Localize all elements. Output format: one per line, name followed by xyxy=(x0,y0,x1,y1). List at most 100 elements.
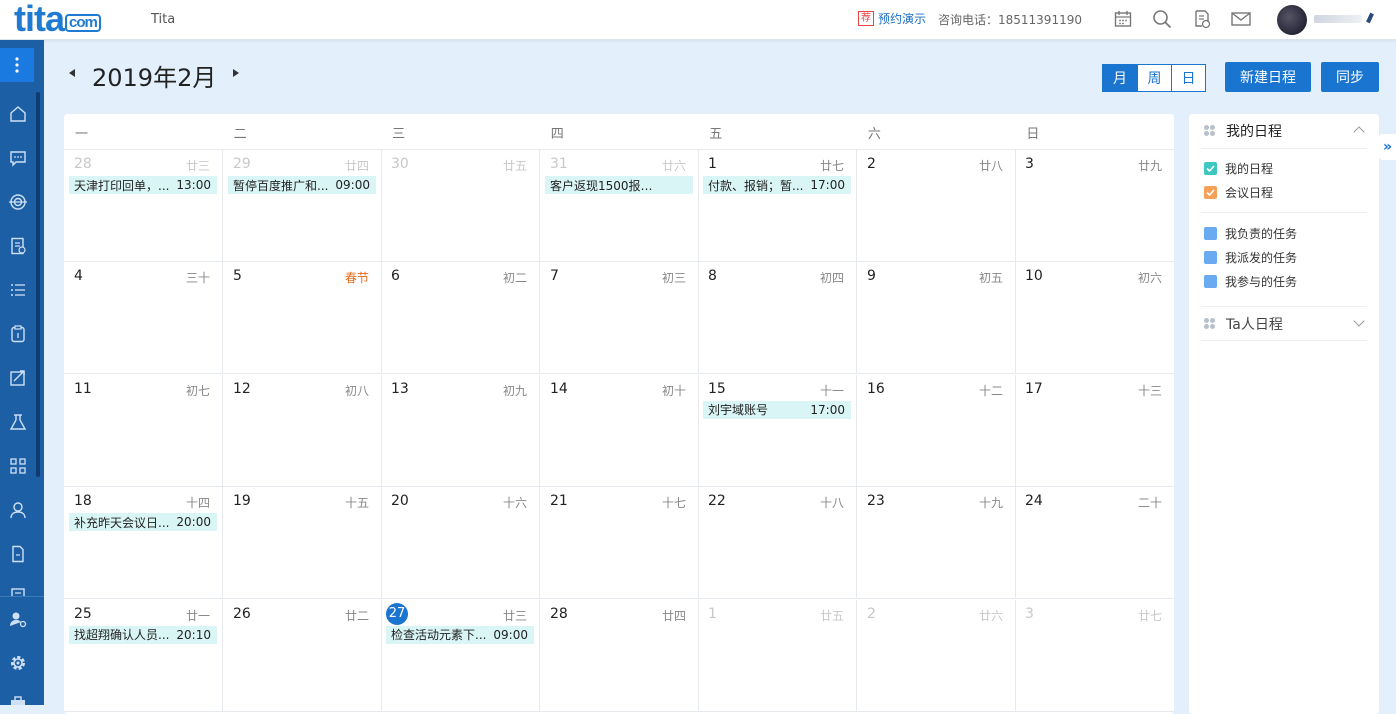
event-chip[interactable]: 检查活动元素下... 09:00 xyxy=(386,625,534,644)
prev-month-icon[interactable] xyxy=(69,69,75,77)
checkbox-icon[interactable] xyxy=(1204,275,1217,288)
briefcase-icon[interactable] xyxy=(7,696,29,705)
filter-item[interactable]: 我的日程 xyxy=(1204,160,1273,177)
event-chip[interactable]: 天津打印回单，... 13:00 xyxy=(69,176,217,194)
checkbox-checked-icon[interactable] xyxy=(1204,162,1217,175)
apps-icon[interactable] xyxy=(7,455,29,477)
chevron-up-icon[interactable] xyxy=(1353,126,1365,138)
target-icon[interactable] xyxy=(7,191,29,213)
view-month-button[interactable]: 月 xyxy=(1103,65,1137,91)
day-cell[interactable]: 1 廿五 xyxy=(698,599,857,712)
event-chip[interactable]: 客户返现1500报销+微... xyxy=(545,176,693,194)
calendar-icon[interactable] xyxy=(1112,8,1134,30)
day-cell[interactable]: 29 廿四 暂停百度推广和... 09:00 xyxy=(223,150,382,262)
day-cell[interactable]: 19 十五 xyxy=(223,487,382,600)
lunar-date: 廿五 xyxy=(502,159,527,173)
day-cell[interactable]: 7 初三 xyxy=(540,262,699,375)
event-chip[interactable]: 补充昨天会议日... 20:00 xyxy=(69,513,217,532)
day-cell[interactable]: 8 初四 xyxy=(698,262,857,375)
day-cell[interactable]: 22 十八 xyxy=(698,487,857,600)
demo-label[interactable]: 预约演示 xyxy=(878,10,926,27)
day-cell[interactable]: 14 初十 xyxy=(540,374,699,487)
day-cell[interactable]: 12 初八 xyxy=(223,374,382,487)
day-cell[interactable]: 27 廿三 检查活动元素下... 09:00 xyxy=(381,599,540,712)
day-cell[interactable]: 31 廿六客户返现1500报销+微... xyxy=(540,150,699,262)
form-icon[interactable] xyxy=(7,587,29,596)
day-cell[interactable]: 13 初九 xyxy=(381,374,540,487)
panel-divider xyxy=(1201,212,1367,213)
event-chip[interactable]: 暂停百度推广和... 09:00 xyxy=(228,176,376,194)
checkbox-icon[interactable] xyxy=(1204,251,1217,264)
sync-button[interactable]: 同步 xyxy=(1321,62,1379,92)
day-cell[interactable]: 24 二十 xyxy=(1015,487,1174,600)
filter-item[interactable]: 我派发的任务 xyxy=(1204,249,1297,266)
list-icon[interactable] xyxy=(7,279,29,301)
filter-item[interactable]: 我参与的任务 xyxy=(1204,273,1297,290)
checkbox-icon[interactable] xyxy=(1204,227,1217,240)
gear-icon[interactable] xyxy=(7,652,29,674)
day-cell[interactable]: 10 初六 xyxy=(1015,262,1174,375)
person-icon[interactable] xyxy=(7,499,29,521)
message-icon[interactable] xyxy=(7,147,29,169)
avatar[interactable] xyxy=(1277,5,1307,35)
user-settings-icon[interactable] xyxy=(7,608,29,630)
event-chip[interactable]: 付款、报销；暂... 17:00 xyxy=(703,176,851,194)
others-schedule-header[interactable]: Ta人日程 xyxy=(1189,307,1379,341)
user-menu-caret-icon[interactable] xyxy=(1366,12,1374,24)
view-week-button[interactable]: 周 xyxy=(1137,65,1171,91)
day-cell[interactable]: 3 廿九 xyxy=(1015,150,1174,262)
day-cell[interactable]: 4 三十 xyxy=(64,262,223,375)
event-chip[interactable]: 找超翔确认人员... 20:10 xyxy=(69,625,217,644)
day-cell[interactable]: 1 廿七 付款、报销；暂... 17:00 xyxy=(698,150,857,262)
flask-icon[interactable] xyxy=(7,411,29,433)
day-cell[interactable]: 5 春节 xyxy=(223,262,382,375)
growth-icon[interactable] xyxy=(7,367,29,389)
view-day-button[interactable]: 日 xyxy=(1171,65,1205,91)
report-icon[interactable] xyxy=(7,235,29,257)
menu-icon[interactable] xyxy=(0,48,34,82)
day-cell[interactable]: 16 十二 xyxy=(857,374,1016,487)
day-cell[interactable]: 3 廿七 xyxy=(1015,600,1174,712)
user-name[interactable] xyxy=(1314,15,1362,23)
next-month-icon[interactable] xyxy=(233,69,239,77)
event-time: 09:00 xyxy=(335,178,370,192)
checkbox-checked-icon[interactable] xyxy=(1204,186,1217,199)
event-chip[interactable]: 刘宇域账号 17:00 xyxy=(703,400,851,419)
document-icon[interactable] xyxy=(7,543,29,565)
day-cell[interactable]: 9 初五 xyxy=(857,262,1016,375)
day-cell[interactable]: 11 初七 xyxy=(64,374,223,487)
my-schedule-header[interactable]: 我的日程 xyxy=(1189,114,1379,148)
day-cell[interactable]: 15 十一 刘宇域账号 17:00 xyxy=(698,374,857,487)
day-cell[interactable]: 18 十四 补充昨天会议日... 20:00 xyxy=(64,487,223,600)
lunar-date: 廿四 xyxy=(344,159,369,173)
day-cell[interactable]: 20 十六 xyxy=(381,487,540,600)
day-cell[interactable]: 2 廿六 xyxy=(857,599,1016,712)
collapse-panel-button[interactable]: » xyxy=(1379,134,1396,160)
filter-item[interactable]: 会议日程 xyxy=(1204,184,1273,201)
approve-icon[interactable] xyxy=(1191,8,1213,30)
event-time: 20:10 xyxy=(176,627,211,642)
day-cell[interactable]: 28 廿四 xyxy=(540,599,699,712)
lunar-date: 廿二 xyxy=(344,608,369,623)
search-icon[interactable] xyxy=(1151,8,1173,30)
lunar-date: 廿六 xyxy=(661,159,686,173)
day-cell[interactable]: 23 十九 xyxy=(857,487,1016,600)
home-icon[interactable] xyxy=(7,103,29,125)
day-cell[interactable]: 2 廿八 xyxy=(857,150,1016,262)
day-cell[interactable]: 21 十七 xyxy=(540,487,699,600)
demo-link[interactable]: 荐预约演示 xyxy=(858,10,926,27)
day-cell[interactable]: 6 初二 xyxy=(381,262,540,375)
day-cell[interactable]: 25 廿一 找超翔确认人员... 20:10 xyxy=(64,599,223,712)
mail-icon[interactable] xyxy=(1230,8,1252,30)
day-cell[interactable]: 28 廿三 天津打印回单，... 13:00 xyxy=(64,150,223,262)
chevron-down-icon[interactable] xyxy=(1353,315,1365,327)
sidebar-scrollbar[interactable] xyxy=(36,92,40,477)
filter-item[interactable]: 我负责的任务 xyxy=(1204,225,1297,242)
day-number: 31 xyxy=(550,156,568,172)
clipboard-icon[interactable] xyxy=(7,323,29,345)
new-schedule-button[interactable]: 新建日程 xyxy=(1225,62,1311,92)
day-cell[interactable]: 30 廿五 xyxy=(381,150,540,262)
tita-logo[interactable]: tita com xyxy=(14,0,101,40)
day-cell[interactable]: 26 廿二 xyxy=(223,599,382,712)
day-cell[interactable]: 17 十三 xyxy=(1015,375,1174,487)
